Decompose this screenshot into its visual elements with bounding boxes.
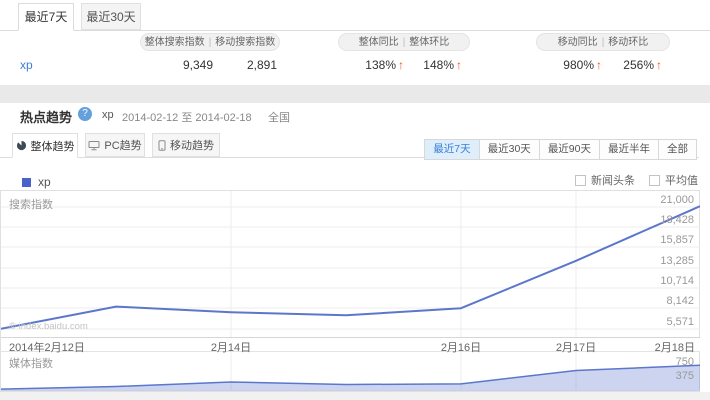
- media-index-plot[interactable]: 媒体指数 750 375: [1, 352, 700, 391]
- header-mobile-yoy: 移动同比: [558, 37, 598, 48]
- search-index-line-chart: [1, 191, 700, 337]
- up-arrow-icon: ↑: [454, 58, 462, 72]
- checkbox-icon[interactable]: [649, 175, 660, 186]
- checkbox-average[interactable]: 平均值: [649, 172, 698, 188]
- page-bottom-strip: [0, 392, 710, 400]
- mobile-icon: [158, 140, 166, 151]
- header-overall-mom: 整体环比: [409, 37, 449, 48]
- watermark: © index.baidu.com: [9, 321, 88, 332]
- summary-tab-bar: 最近7天 最近30天: [0, 3, 710, 31]
- media-y-tick: 750: [654, 356, 694, 368]
- search-index-label: 搜索指数: [9, 196, 53, 212]
- monitor-icon: [88, 140, 100, 151]
- overall-mom-value: 148%↑: [396, 58, 462, 72]
- search-index-plot[interactable]: 搜索指数 © index.baidu.com 21,000 18,428 15,…: [1, 191, 700, 337]
- mobile-mom-value: 256%↑: [596, 58, 662, 72]
- y-axis-tick: 8,142: [634, 295, 694, 307]
- media-y-tick: 375: [654, 370, 694, 382]
- keyword-link[interactable]: xp: [20, 58, 33, 72]
- header-separator: |: [598, 37, 609, 48]
- y-axis-tick: 5,571: [634, 316, 694, 328]
- tab-pc-trend[interactable]: PC趋势: [85, 133, 145, 157]
- y-axis-tick: 18,428: [634, 214, 694, 226]
- header-overall-search-index: 整体搜索指数: [145, 37, 205, 48]
- range-button-all[interactable]: 全部: [659, 140, 696, 159]
- header-mobile-compare: 移动同比|移动环比: [536, 33, 670, 51]
- y-axis-tick: 21,000: [634, 194, 694, 206]
- checkbox-icon[interactable]: [575, 175, 586, 186]
- tab-label: 移动趋势: [170, 137, 214, 153]
- header-overall-yoy: 整体同比: [359, 37, 399, 48]
- y-axis-tick: 15,857: [634, 234, 694, 246]
- legend-swatch: [22, 178, 31, 187]
- tab-label: PC趋势: [104, 137, 141, 153]
- trend-region: 全国: [268, 109, 290, 125]
- range-button-30d[interactable]: 最近30天: [480, 140, 540, 159]
- tab-label: 整体趋势: [31, 138, 75, 154]
- tab-last-7-days[interactable]: 最近7天: [18, 3, 74, 31]
- y-axis-tick: 10,714: [634, 275, 694, 287]
- trend-section-title: 热点趋势: [20, 107, 72, 126]
- up-arrow-icon: ↑: [654, 58, 662, 72]
- overall-yoy-value: 138%↑: [338, 58, 404, 72]
- section-divider: [0, 85, 710, 103]
- media-index-label: 媒体指数: [9, 355, 53, 371]
- header-separator: |: [399, 37, 410, 48]
- checkbox-label: 平均值: [665, 172, 698, 188]
- mobile-search-index-value: 2,891: [214, 58, 277, 72]
- overlay-options: 新闻头条 平均值: [575, 172, 698, 188]
- y-axis-tick: 13,285: [634, 255, 694, 267]
- header-search-index: 整体搜索指数|移动搜索指数: [140, 33, 280, 51]
- header-mobile-mom: 移动环比: [608, 37, 648, 48]
- range-button-half-year[interactable]: 最近半年: [600, 140, 659, 159]
- header-mobile-search-index: 移动搜索指数: [215, 37, 275, 48]
- legend-series-label: xp: [38, 175, 51, 189]
- checkbox-label: 新闻头条: [591, 172, 635, 188]
- media-index-area-chart: [1, 352, 700, 391]
- x-axis: 2014年2月12日 2月14日 2月16日 2月17日 2月18日: [1, 337, 700, 352]
- trend-keyword: xp: [102, 109, 114, 121]
- tab-overall-trend[interactable]: 整体趋势: [12, 133, 78, 158]
- header-overall-compare: 整体同比|整体环比: [338, 33, 470, 51]
- header-separator: |: [205, 37, 216, 48]
- help-icon[interactable]: ?: [78, 107, 92, 121]
- pie-icon: [16, 140, 27, 151]
- range-button-90d[interactable]: 最近90天: [540, 140, 600, 159]
- tab-mobile-trend[interactable]: 移动趋势: [152, 133, 220, 157]
- time-range-button-group: 最近7天 最近30天 最近90天 最近半年 全部: [424, 139, 697, 160]
- trend-chart-card: 搜索指数 © index.baidu.com 21,000 18,428 15,…: [0, 190, 700, 392]
- chart-legend: xp: [22, 175, 51, 189]
- tab-last-30-days[interactable]: 最近30天: [81, 3, 141, 30]
- mobile-yoy-value: 980%↑: [536, 58, 602, 72]
- trend-date-range: 2014-02-12 至 2014-02-18: [122, 109, 252, 125]
- checkbox-news-headlines[interactable]: 新闻头条: [575, 172, 635, 188]
- overall-search-index-value: 9,349: [150, 58, 213, 72]
- range-button-7d[interactable]: 最近7天: [425, 140, 479, 159]
